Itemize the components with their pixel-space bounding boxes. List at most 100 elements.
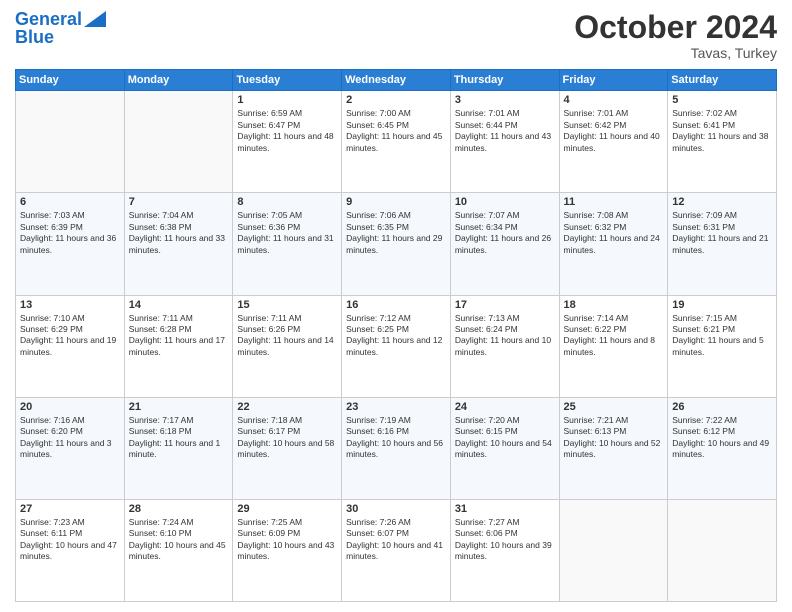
calendar-cell: 31 Sunrise: 7:27 AM Sunset: 6:06 PM Dayli… bbox=[450, 499, 559, 601]
day-info: Sunrise: 7:23 AM Sunset: 6:11 PM Dayligh… bbox=[20, 517, 120, 563]
day-info: Sunrise: 7:14 AM Sunset: 6:22 PM Dayligh… bbox=[564, 313, 664, 359]
calendar-cell: 23 Sunrise: 7:19 AM Sunset: 6:16 PM Dayli… bbox=[342, 397, 451, 499]
day-info: Sunrise: 7:10 AM Sunset: 6:29 PM Dayligh… bbox=[20, 313, 120, 359]
day-number: 20 bbox=[20, 401, 120, 413]
location: Tavas, Turkey bbox=[574, 45, 777, 61]
day-info: Sunrise: 7:11 AM Sunset: 6:26 PM Dayligh… bbox=[237, 313, 337, 359]
calendar-cell: 20 Sunrise: 7:16 AM Sunset: 6:20 PM Dayli… bbox=[16, 397, 125, 499]
day-info: Sunrise: 7:13 AM Sunset: 6:24 PM Dayligh… bbox=[455, 313, 555, 359]
day-number: 14 bbox=[129, 299, 229, 311]
calendar-header-sunday: Sunday bbox=[16, 70, 125, 91]
calendar: SundayMondayTuesdayWednesdayThursdayFrid… bbox=[15, 69, 777, 602]
calendar-cell: 29Sunrise: 7:25 AM Sunset: 6:09 PM Dayli… bbox=[233, 499, 342, 601]
day-number: 25 bbox=[564, 401, 664, 413]
day-info: Sunrise: 7:19 AM Sunset: 6:16 PM Dayligh… bbox=[346, 415, 446, 461]
calendar-header-row: SundayMondayTuesdayWednesdayThursdayFrid… bbox=[16, 70, 777, 91]
day-info: Sunrise: 7:12 AM Sunset: 6:25 PM Dayligh… bbox=[346, 313, 446, 359]
calendar-header-friday: Friday bbox=[559, 70, 668, 91]
calendar-cell: 14 Sunrise: 7:11 AM Sunset: 6:28 PM Dayli… bbox=[124, 295, 233, 397]
calendar-cell: 19Sunrise: 7:15 AM Sunset: 6:21 PM Dayli… bbox=[668, 295, 777, 397]
month-title: October 2024 bbox=[574, 10, 777, 45]
day-info: Sunrise: 7:04 AM Sunset: 6:38 PM Dayligh… bbox=[129, 210, 229, 256]
day-number: 9 bbox=[346, 196, 446, 208]
calendar-cell: 26Sunrise: 7:22 AM Sunset: 6:12 PM Dayli… bbox=[668, 397, 777, 499]
day-number: 23 bbox=[346, 401, 446, 413]
day-info: Sunrise: 7:08 AM Sunset: 6:32 PM Dayligh… bbox=[564, 210, 664, 256]
calendar-cell: 15 Sunrise: 7:11 AM Sunset: 6:26 PM Dayli… bbox=[233, 295, 342, 397]
calendar-cell: 22 Sunrise: 7:18 AM Sunset: 6:17 PM Dayli… bbox=[233, 397, 342, 499]
calendar-header-monday: Monday bbox=[124, 70, 233, 91]
day-info: Sunrise: 7:01 AM Sunset: 6:44 PM Dayligh… bbox=[455, 108, 555, 154]
day-info: Sunrise: 7:27 AM Sunset: 6:06 PM Dayligh… bbox=[455, 517, 555, 563]
calendar-header-thursday: Thursday bbox=[450, 70, 559, 91]
calendar-cell: 6 Sunrise: 7:03 AM Sunset: 6:39 PM Daylig… bbox=[16, 193, 125, 295]
day-info: Sunrise: 7:05 AM Sunset: 6:36 PM Dayligh… bbox=[237, 210, 337, 256]
calendar-week-row: 27Sunrise: 7:23 AM Sunset: 6:11 PM Dayli… bbox=[16, 499, 777, 601]
day-info: Sunrise: 7:11 AM Sunset: 6:28 PM Dayligh… bbox=[129, 313, 229, 359]
day-number: 18 bbox=[564, 299, 664, 311]
calendar-header-saturday: Saturday bbox=[668, 70, 777, 91]
calendar-cell: 3 Sunrise: 7:01 AM Sunset: 6:44 PM Daylig… bbox=[450, 91, 559, 193]
calendar-cell: 28Sunrise: 7:24 AM Sunset: 6:10 PM Dayli… bbox=[124, 499, 233, 601]
calendar-cell bbox=[124, 91, 233, 193]
day-number: 11 bbox=[564, 196, 664, 208]
day-info: Sunrise: 7:17 AM Sunset: 6:18 PM Dayligh… bbox=[129, 415, 229, 461]
day-info: Sunrise: 7:01 AM Sunset: 6:42 PM Dayligh… bbox=[564, 108, 664, 154]
day-info: Sunrise: 7:06 AM Sunset: 6:35 PM Dayligh… bbox=[346, 210, 446, 256]
calendar-cell: 21 Sunrise: 7:17 AM Sunset: 6:18 PM Dayli… bbox=[124, 397, 233, 499]
day-number: 13 bbox=[20, 299, 120, 311]
calendar-cell bbox=[16, 91, 125, 193]
day-number: 30 bbox=[346, 503, 446, 515]
day-info: Sunrise: 7:21 AM Sunset: 6:13 PM Dayligh… bbox=[564, 415, 664, 461]
calendar-week-row: 6 Sunrise: 7:03 AM Sunset: 6:39 PM Daylig… bbox=[16, 193, 777, 295]
calendar-cell bbox=[668, 499, 777, 601]
day-info: Sunrise: 7:20 AM Sunset: 6:15 PM Dayligh… bbox=[455, 415, 555, 461]
day-number: 1 bbox=[237, 94, 337, 106]
calendar-cell: 16 Sunrise: 7:12 AM Sunset: 6:25 PM Dayli… bbox=[342, 295, 451, 397]
day-number: 24 bbox=[455, 401, 555, 413]
calendar-header-wednesday: Wednesday bbox=[342, 70, 451, 91]
day-number: 17 bbox=[455, 299, 555, 311]
calendar-cell: 24 Sunrise: 7:20 AM Sunset: 6:15 PM Dayli… bbox=[450, 397, 559, 499]
day-number: 4 bbox=[564, 94, 664, 106]
day-number: 16 bbox=[346, 299, 446, 311]
day-number: 5 bbox=[672, 94, 772, 106]
day-info: Sunrise: 7:07 AM Sunset: 6:34 PM Dayligh… bbox=[455, 210, 555, 256]
calendar-cell bbox=[559, 499, 668, 601]
day-number: 8 bbox=[237, 196, 337, 208]
day-info: Sunrise: 7:25 AM Sunset: 6:09 PM Dayligh… bbox=[237, 517, 337, 563]
day-number: 7 bbox=[129, 196, 229, 208]
day-number: 2 bbox=[346, 94, 446, 106]
calendar-week-row: 13 Sunrise: 7:10 AM Sunset: 6:29 PM Dayli… bbox=[16, 295, 777, 397]
day-number: 12 bbox=[672, 196, 772, 208]
day-info: Sunrise: 7:16 AM Sunset: 6:20 PM Dayligh… bbox=[20, 415, 120, 461]
day-info: Sunrise: 7:02 AM Sunset: 6:41 PM Dayligh… bbox=[672, 108, 772, 154]
calendar-cell: 13 Sunrise: 7:10 AM Sunset: 6:29 PM Dayli… bbox=[16, 295, 125, 397]
day-number: 31 bbox=[455, 503, 555, 515]
calendar-cell: 27Sunrise: 7:23 AM Sunset: 6:11 PM Dayli… bbox=[16, 499, 125, 601]
logo-text-blue: Blue bbox=[15, 28, 54, 48]
day-number: 15 bbox=[237, 299, 337, 311]
calendar-cell: 11 Sunrise: 7:08 AM Sunset: 6:32 PM Dayli… bbox=[559, 193, 668, 295]
calendar-cell: 17 Sunrise: 7:13 AM Sunset: 6:24 PM Dayli… bbox=[450, 295, 559, 397]
day-number: 6 bbox=[20, 196, 120, 208]
calendar-cell: 7 Sunrise: 7:04 AM Sunset: 6:38 PM Daylig… bbox=[124, 193, 233, 295]
day-info: Sunrise: 7:18 AM Sunset: 6:17 PM Dayligh… bbox=[237, 415, 337, 461]
day-info: Sunrise: 6:59 AM Sunset: 6:47 PM Dayligh… bbox=[237, 108, 337, 154]
calendar-cell: 30Sunrise: 7:26 AM Sunset: 6:07 PM Dayli… bbox=[342, 499, 451, 601]
calendar-cell: 4 Sunrise: 7:01 AM Sunset: 6:42 PM Daylig… bbox=[559, 91, 668, 193]
calendar-week-row: 1 Sunrise: 6:59 AM Sunset: 6:47 PM Daylig… bbox=[16, 91, 777, 193]
day-number: 3 bbox=[455, 94, 555, 106]
day-info: Sunrise: 7:00 AM Sunset: 6:45 PM Dayligh… bbox=[346, 108, 446, 154]
day-number: 10 bbox=[455, 196, 555, 208]
logo: General Blue bbox=[15, 10, 106, 48]
calendar-cell: 5 Sunrise: 7:02 AM Sunset: 6:41 PM Daylig… bbox=[668, 91, 777, 193]
calendar-cell: 25 Sunrise: 7:21 AM Sunset: 6:13 PM Dayli… bbox=[559, 397, 668, 499]
calendar-cell: 12Sunrise: 7:09 AM Sunset: 6:31 PM Dayli… bbox=[668, 193, 777, 295]
calendar-week-row: 20 Sunrise: 7:16 AM Sunset: 6:20 PM Dayli… bbox=[16, 397, 777, 499]
day-info: Sunrise: 7:22 AM Sunset: 6:12 PM Dayligh… bbox=[672, 415, 772, 461]
day-info: Sunrise: 7:24 AM Sunset: 6:10 PM Dayligh… bbox=[129, 517, 229, 563]
day-number: 21 bbox=[129, 401, 229, 413]
day-info: Sunrise: 7:03 AM Sunset: 6:39 PM Dayligh… bbox=[20, 210, 120, 256]
day-number: 22 bbox=[237, 401, 337, 413]
